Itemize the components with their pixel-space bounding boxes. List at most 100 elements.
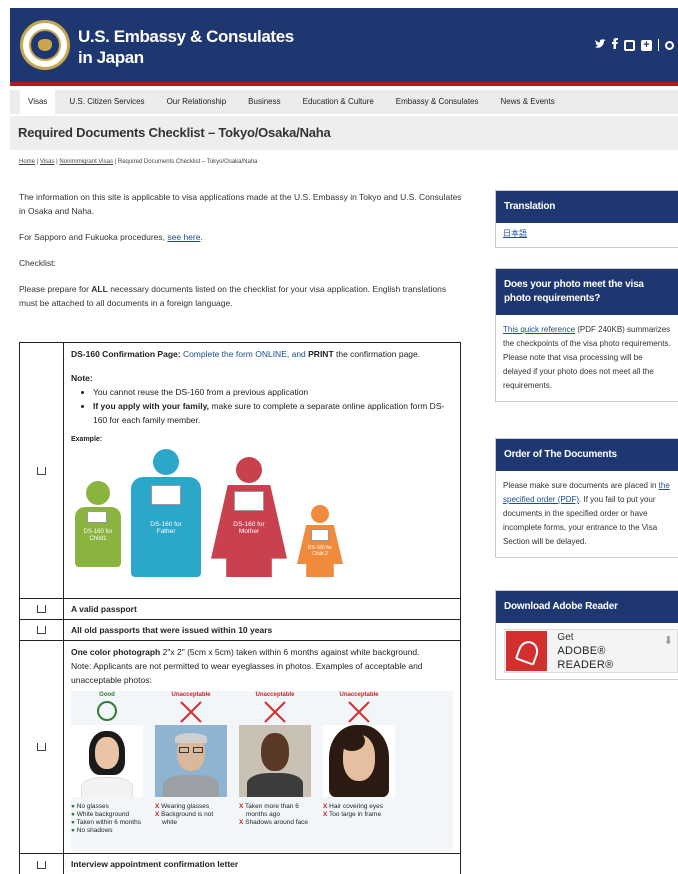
child1-head	[86, 481, 110, 505]
breadcrumb-visas[interactable]: Visas	[40, 159, 55, 165]
site-title[interactable]: U.S. Embassy & Consulates in Japan	[78, 26, 294, 68]
checkbox-cell	[20, 343, 64, 598]
photo-example-bad3: Unacceptable X Hair covering eyes X Too …	[323, 691, 395, 819]
bad-item: X Background is not white	[155, 811, 214, 826]
checkbox[interactable]	[37, 860, 46, 869]
photo-requirements-text: (PDF 240KB) summarizes the checkpoints o…	[503, 325, 671, 390]
photo-head: Unacceptable	[255, 692, 295, 698]
embassy-seal-logo[interactable]	[20, 20, 70, 70]
plus-icon[interactable]: +	[641, 39, 652, 51]
bad-item: X Shadows around face	[239, 819, 309, 826]
japanese-link[interactable]: 日本語	[503, 229, 527, 238]
photo-example-good: Good ● No glasses ● White background ● T…	[71, 691, 143, 835]
child1-label: DS-160 for Child1	[83, 529, 113, 542]
photo-example-bad2: Unacceptable X Taken more than 6 months …	[239, 691, 311, 827]
order-box: Order of The Documents Please make sure …	[495, 438, 678, 558]
checklist-heading: Checklist:	[19, 258, 56, 268]
seal-inner	[29, 29, 61, 61]
twitter-icon[interactable]	[595, 38, 606, 52]
child2-figure: DS-160 for Child 2	[295, 505, 345, 579]
note-item: You cannot reuse the DS-160 from a previ…	[93, 385, 453, 399]
adobe-get: Get	[557, 631, 574, 643]
breadcrumb-sep: |	[56, 159, 58, 165]
father-badge	[151, 485, 181, 505]
sapporo-paragraph: For Sapporo and Fukuoka procedures, see …	[19, 230, 464, 244]
ds160-online-link[interactable]: Complete the form ONLINE, and	[181, 349, 309, 359]
photo-cell: One color photograph 2"x 2" (5cm x 5cm) …	[64, 641, 460, 853]
nav-item-education-culture[interactable]: Education & Culture	[295, 90, 382, 114]
nav-item-our-relationship[interactable]: Our Relationship	[159, 90, 235, 114]
photo-bad-glasses	[155, 725, 227, 797]
quick-reference-link[interactable]: This quick reference	[503, 325, 575, 334]
prepare-text-a: Please prepare for	[19, 284, 92, 294]
search-icon[interactable]	[665, 40, 674, 50]
checkbox-cell	[20, 854, 64, 874]
nav-item-visas[interactable]: Visas	[20, 90, 56, 114]
adobe-box: Download Adobe Reader Get ADOBE® READER®…	[495, 590, 678, 680]
family-illustration: DS-160 for Child1 DS-160 for Father DS-1…	[71, 449, 453, 589]
interview-cell: Interview appointment confirmation lette…	[64, 854, 460, 874]
cross-icon	[239, 699, 311, 725]
facebook-icon[interactable]	[612, 38, 618, 52]
note2-bold: If you apply with your family,	[93, 401, 210, 411]
good-item: ● Taken within 6 months	[71, 819, 141, 826]
sapporo-suffix: .	[200, 232, 203, 242]
good-circle-icon	[71, 699, 143, 725]
photo-rest: 2"x 2" (5cm x 5cm) taken within 6 months…	[160, 647, 420, 657]
nav-item-embassy-consulates[interactable]: Embassy & Consulates	[388, 90, 487, 114]
photo-bad-hair	[323, 725, 395, 797]
old-passports-cell: All old passports that were issued withi…	[64, 620, 460, 640]
father-label: DS-160 for Father	[150, 521, 182, 535]
photo-bad-old	[239, 725, 311, 797]
order-title: Order of The Documents	[496, 439, 678, 471]
breadcrumb-current: Required Documents Checklist – Tokyo/Osa…	[117, 159, 258, 165]
photo-bold: One color photograph	[71, 647, 161, 657]
see-here-link[interactable]: see here	[167, 232, 200, 242]
cross-icon	[323, 699, 395, 725]
checkbox-cell	[20, 599, 64, 619]
page-title: Required Documents Checklist – Tokyo/Osa…	[18, 125, 331, 140]
child1-badge	[87, 511, 107, 523]
ds160-label: DS-160 Confirmation Page:	[71, 349, 181, 359]
prepare-text-all: ALL	[91, 284, 108, 294]
eagle-icon	[38, 39, 52, 51]
adobe-title: Download Adobe Reader	[496, 591, 678, 623]
checkbox[interactable]	[37, 626, 46, 634]
table-row: All old passports that were issued withi…	[20, 620, 460, 641]
header-divider	[658, 39, 659, 51]
bad-item: X Hair covering eyes	[323, 803, 383, 810]
ds160-line: DS-160 Confirmation Page: Complete the f…	[71, 347, 453, 361]
photo-requirements-box: Does your photo meet the visa photo requ…	[495, 268, 678, 402]
instagram-icon[interactable]	[624, 39, 635, 51]
order-body: Please make sure documents are placed in…	[496, 471, 678, 557]
passport-text: A valid passport	[71, 604, 137, 614]
site-title-line2: in Japan	[78, 48, 144, 67]
adobe-name: ADOBE® READER®	[557, 644, 614, 671]
translation-box: Translation 日本語	[495, 190, 678, 248]
checkbox[interactable]	[37, 743, 46, 751]
note-label: Note:	[71, 373, 93, 383]
main-content: The information on this site is applicab…	[19, 190, 464, 310]
ds160-rest: the confirmation page.	[333, 349, 421, 359]
checkbox[interactable]	[37, 466, 46, 475]
breadcrumb-home[interactable]: Home	[19, 159, 35, 165]
nav-item-news-events[interactable]: News & Events	[492, 90, 562, 114]
photo-head: Unacceptable	[339, 692, 379, 698]
good-list: ● No glasses ● White background ● Taken …	[71, 803, 143, 835]
father-head	[153, 449, 179, 475]
photo-requirements-body: This quick reference (PDF 240KB) summari…	[496, 315, 678, 401]
checklist-table: DS-160 Confirmation Page: Complete the f…	[19, 342, 461, 874]
nav-item-business[interactable]: Business	[240, 90, 288, 114]
translation-title: Translation	[496, 191, 678, 223]
bad-item: X Taken more than 6 months ago	[239, 803, 299, 818]
bad-item: X Too large in frame	[323, 811, 382, 818]
photo-head: Unacceptable	[171, 692, 211, 698]
site-title-line1: U.S. Embassy & Consulates	[78, 27, 294, 46]
main-nav: Visas U.S. Citizen Services Our Relation…	[10, 90, 678, 114]
checkbox[interactable]	[37, 605, 46, 613]
table-row: A valid passport	[20, 599, 460, 620]
get-adobe-reader-button[interactable]: Get ADOBE® READER® ⬇	[504, 629, 678, 673]
passport-cell: A valid passport	[64, 599, 460, 619]
nav-item-citizen-services[interactable]: U.S. Citizen Services	[61, 90, 152, 114]
breadcrumb-nonimmigrant[interactable]: Nonimmigrant Visas	[59, 159, 113, 165]
